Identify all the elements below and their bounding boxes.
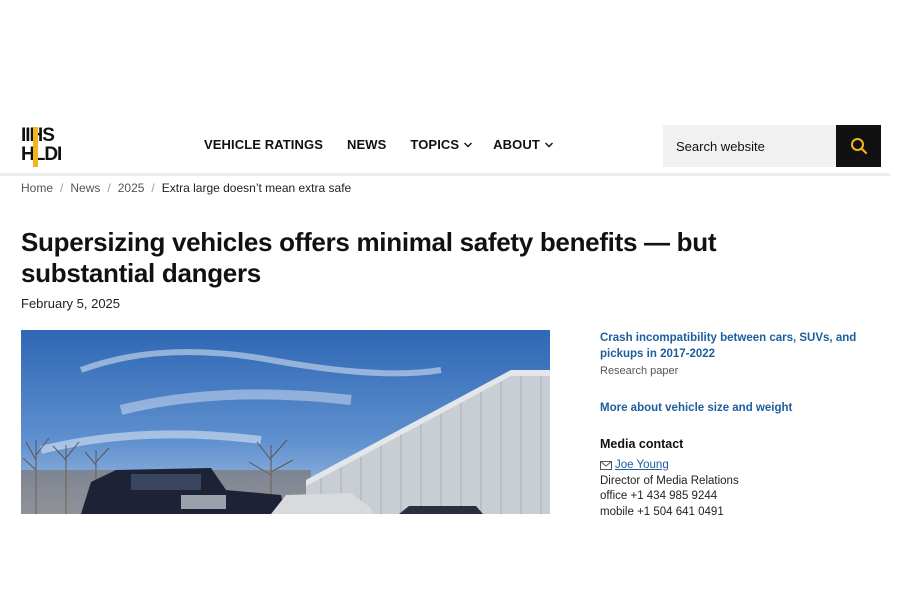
- sidebar: Crash incompatibility between cars, SUVs…: [600, 330, 870, 516]
- media-contact-title: Media contact: [600, 437, 684, 451]
- logo-line-2: HLDI: [21, 144, 62, 165]
- search-icon: [850, 138, 867, 155]
- logo-line-1: IIHS: [21, 126, 81, 145]
- nav-about[interactable]: ABOUT: [493, 137, 554, 152]
- breadcrumb-news[interactable]: News: [70, 181, 100, 195]
- pickup-trucks-photo: [21, 330, 550, 514]
- contact-role: Director of Media Relations: [600, 474, 739, 487]
- envelope-icon: [600, 461, 612, 471]
- page-viewport: IIHS HLDI VEHICLE RATINGS NEWS TOPICS AB…: [0, 0, 900, 516]
- hero-image: [21, 330, 550, 514]
- nav-about-label: ABOUT: [493, 137, 540, 152]
- logo-accent-bar: [33, 127, 38, 167]
- nav-topics[interactable]: TOPICS: [410, 137, 473, 152]
- breadcrumb-current: Extra large doesn’t mean extra safe: [161, 181, 352, 195]
- media-contact: Joe Young Director of Media Relations of…: [600, 458, 870, 516]
- breadcrumb-year[interactable]: 2025: [118, 181, 145, 195]
- related-research-link[interactable]: Crash incompatibility between cars, SUVs…: [600, 330, 870, 362]
- more-about-size-link[interactable]: More about vehicle size and weight: [600, 400, 870, 416]
- breadcrumb: Home / News / 2025 / Extra large doesn’t…: [21, 181, 351, 195]
- article-title: Supersizing vehicles offers minimal safe…: [21, 227, 717, 288]
- chevron-down-icon: [464, 142, 473, 147]
- search-field-wrapper: [663, 125, 836, 167]
- nav-vehicle-ratings-label: VEHICLE RATINGS: [204, 137, 323, 152]
- related-research-type: Research paper: [600, 365, 679, 377]
- breadcrumb-separator: /: [151, 181, 155, 195]
- search-button[interactable]: [836, 125, 881, 167]
- search-input[interactable]: [674, 137, 828, 155]
- nav-topics-label: TOPICS: [410, 137, 460, 152]
- contact-office-phone: office +1 434 985 9244: [600, 490, 718, 502]
- nav-news[interactable]: NEWS: [347, 137, 386, 152]
- article-date: February 5, 2025: [21, 296, 121, 311]
- main-nav: VEHICLE RATINGS NEWS TOPICS ABOUT: [204, 137, 578, 152]
- breadcrumb-home[interactable]: Home: [21, 181, 53, 195]
- site-header: IIHS HLDI VEHICLE RATINGS NEWS TOPICS AB…: [0, 115, 890, 176]
- breadcrumb-separator: /: [60, 181, 64, 195]
- nav-news-label: NEWS: [347, 137, 387, 152]
- iihs-hldi-logo[interactable]: IIHS HLDI: [21, 126, 81, 168]
- chevron-down-icon: [544, 142, 553, 147]
- breadcrumb-separator: /: [107, 181, 111, 195]
- contact-name-link[interactable]: Joe Young: [615, 458, 669, 474]
- contact-name-row: Joe Young: [600, 458, 870, 474]
- contact-mobile-phone: mobile +1 504 641 0491: [600, 505, 724, 517]
- nav-vehicle-ratings[interactable]: VEHICLE RATINGS: [204, 137, 323, 152]
